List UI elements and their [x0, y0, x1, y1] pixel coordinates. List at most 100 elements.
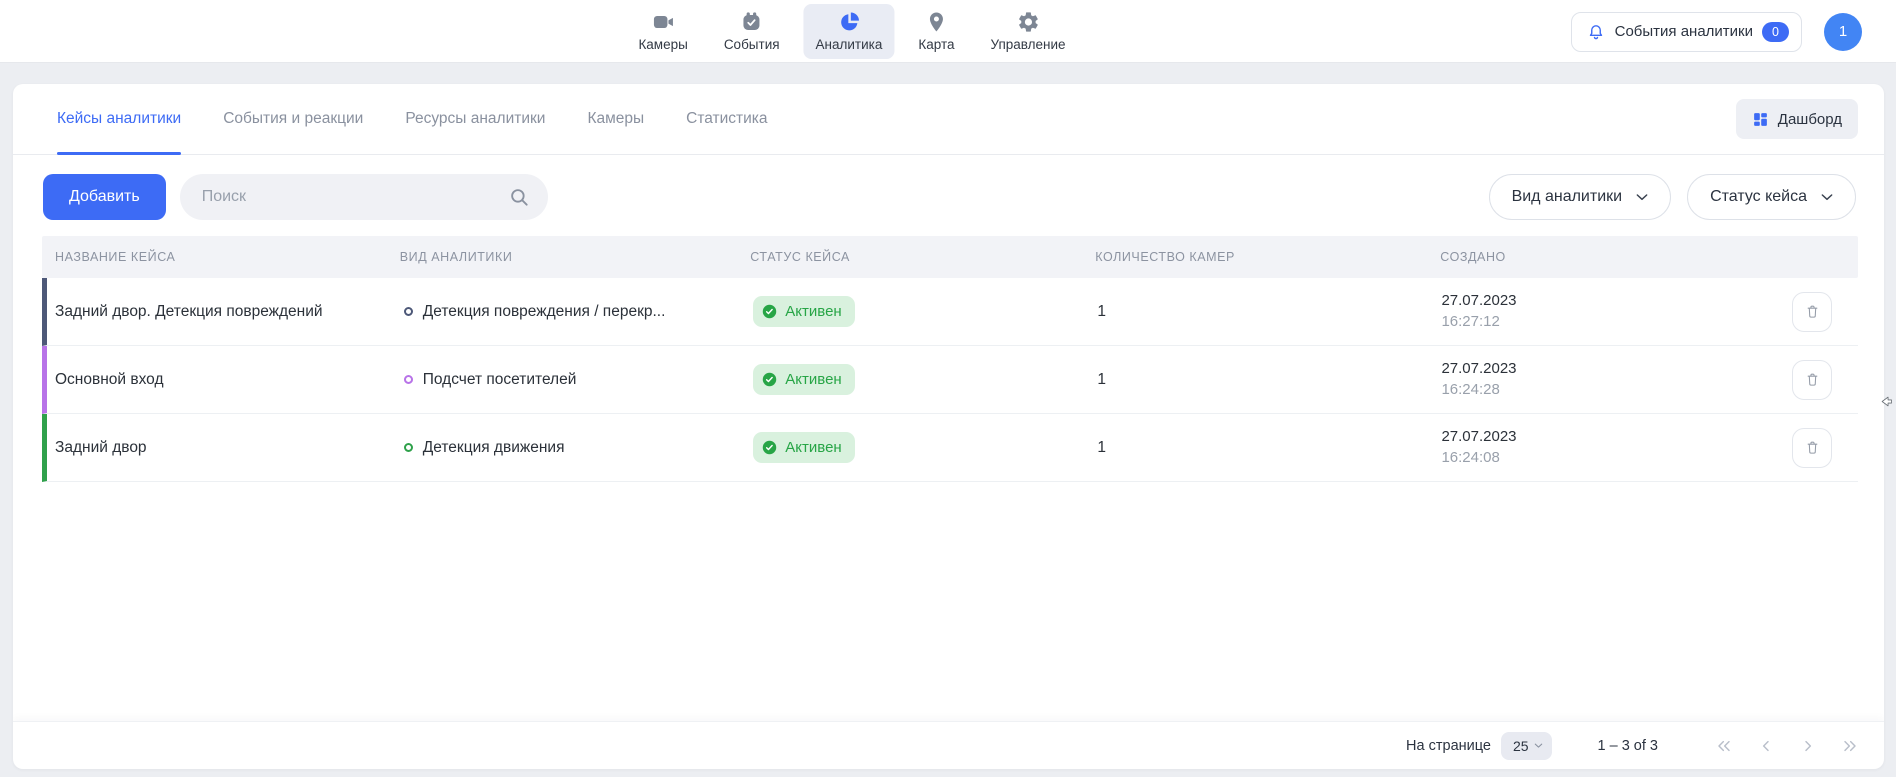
- nav-item-analytics[interactable]: Аналитика: [804, 4, 895, 59]
- case-name: Задний двор: [47, 439, 404, 457]
- dashboard-button-label: Дашборд: [1778, 111, 1842, 128]
- nav-item-map[interactable]: Карта: [906, 4, 966, 59]
- tabs: Кейсы аналитики События и реакции Ресурс…: [57, 84, 768, 154]
- created-time: 16:24:08: [1441, 448, 1766, 468]
- status-badge: Активен: [753, 432, 854, 463]
- tab-analytics-resources[interactable]: Ресурсы аналитики: [405, 84, 545, 154]
- nav-item-management[interactable]: Управление: [979, 4, 1078, 59]
- per-page-value: 25: [1513, 738, 1529, 754]
- created-date: 27.07.2023: [1441, 359, 1766, 379]
- case-name: Основной вход: [47, 371, 404, 389]
- table-row[interactable]: Задний двор Детекция движения Активен 1 …: [42, 414, 1858, 482]
- delete-case-button[interactable]: [1792, 292, 1832, 332]
- last-page-icon[interactable]: [1842, 738, 1858, 754]
- pagination-bar: На странице 25 1 – 3 of 3: [13, 721, 1884, 769]
- analytics-pie-icon: [837, 10, 861, 34]
- created-time: 16:27:12: [1441, 312, 1766, 332]
- nav-label: Аналитика: [816, 37, 883, 52]
- video-camera-icon: [651, 10, 675, 34]
- analytics-events-label: События аналитики: [1615, 23, 1753, 40]
- created-cell: 27.07.2023 16:24:28: [1441, 359, 1766, 400]
- tab-cameras[interactable]: Камеры: [587, 84, 644, 154]
- analytics-type-ring-icon: [404, 375, 413, 384]
- cases-table: НАЗВАНИЕ КЕЙСА ВИД АНАЛИТИКИ СТАТУС КЕЙС…: [42, 236, 1858, 721]
- trash-icon: [1804, 371, 1821, 388]
- header-right: События аналитики 0 1: [1571, 0, 1862, 63]
- created-cell: 27.07.2023 16:24:08: [1441, 427, 1766, 468]
- col-header-created: СОЗДАНО: [1440, 250, 1766, 264]
- created-date: 27.07.2023: [1441, 291, 1766, 311]
- chevron-down-icon: [1533, 740, 1544, 751]
- created-cell: 27.07.2023 16:27:12: [1441, 291, 1766, 332]
- gear-icon: [1016, 10, 1040, 34]
- nav-label: Карта: [918, 37, 954, 52]
- user-avatar[interactable]: 1: [1824, 13, 1862, 51]
- top-header: Камеры События Аналитика Карта Управлени…: [0, 0, 1896, 63]
- nav-label: Камеры: [638, 37, 687, 52]
- analytics-type-filter-label: Вид аналитики: [1512, 188, 1623, 206]
- analytics-type-filter[interactable]: Вид аналитики: [1489, 174, 1672, 220]
- pagination-arrows: [1716, 738, 1858, 754]
- per-page-label: На странице: [1406, 738, 1491, 754]
- pagination-range: 1 – 3 of 3: [1598, 738, 1658, 754]
- created-time: 16:24:28: [1441, 380, 1766, 400]
- analytics-type-ring-icon: [404, 307, 413, 316]
- col-header-camera-count: КОЛИЧЕСТВО КАМЕР: [1095, 250, 1440, 264]
- status-label: Активен: [785, 439, 841, 456]
- mouse-cursor-icon: [1879, 394, 1894, 409]
- delete-case-button[interactable]: [1792, 428, 1832, 468]
- analytics-type-ring-icon: [404, 443, 413, 452]
- camera-count: 1: [1097, 371, 1441, 389]
- search-box: [180, 174, 548, 220]
- nav-label: Управление: [991, 37, 1066, 52]
- next-page-icon[interactable]: [1800, 738, 1816, 754]
- trash-icon: [1804, 303, 1821, 320]
- nav-label: События: [724, 37, 780, 52]
- chevron-down-icon: [1634, 189, 1650, 205]
- status-badge: Активен: [753, 364, 854, 395]
- status-badge: Активен: [753, 296, 854, 327]
- tab-analytics-cases[interactable]: Кейсы аналитики: [57, 84, 181, 154]
- nav-item-cameras[interactable]: Камеры: [626, 4, 699, 59]
- per-page-select[interactable]: 25: [1501, 732, 1552, 760]
- add-case-button[interactable]: Добавить: [43, 174, 166, 220]
- filters: Вид аналитики Статус кейса: [1489, 174, 1856, 220]
- map-pin-icon: [924, 10, 948, 34]
- bell-icon: [1586, 22, 1606, 42]
- toolbar: Добавить Вид аналитики Статус кейса: [43, 174, 1856, 220]
- dashboard-button[interactable]: Дашборд: [1736, 99, 1858, 139]
- case-name: Задний двор. Детекция повреждений: [47, 303, 404, 321]
- trash-icon: [1804, 439, 1821, 456]
- events-count-badge: 0: [1762, 22, 1789, 42]
- analytics-events-button[interactable]: События аналитики 0: [1571, 12, 1802, 52]
- nav-item-events[interactable]: События: [712, 4, 792, 59]
- table-row[interactable]: Основной вход Подсчет посетителей Активе…: [42, 346, 1858, 414]
- camera-count: 1: [1097, 303, 1441, 321]
- created-date: 27.07.2023: [1441, 427, 1766, 447]
- check-circle-icon: [761, 303, 778, 320]
- search-input[interactable]: [202, 188, 508, 206]
- camera-count: 1: [1097, 439, 1441, 457]
- chevron-down-icon: [1819, 189, 1835, 205]
- tabs-row: Кейсы аналитики События и реакции Ресурс…: [13, 84, 1884, 155]
- col-header-case-name: НАЗВАНИЕ КЕЙСА: [42, 250, 400, 264]
- main-nav: Камеры События Аналитика Карта Управлени…: [626, 0, 1077, 63]
- table-header: НАЗВАНИЕ КЕЙСА ВИД АНАЛИТИКИ СТАТУС КЕЙС…: [42, 236, 1858, 278]
- search-icon[interactable]: [508, 186, 530, 208]
- status-label: Активен: [785, 303, 841, 320]
- previous-page-icon[interactable]: [1758, 738, 1774, 754]
- check-circle-icon: [761, 371, 778, 388]
- dashboard-grid-icon: [1752, 111, 1769, 128]
- analytics-type: Детекция движения: [423, 439, 565, 457]
- events-calendar-icon: [740, 10, 764, 34]
- case-status-filter[interactable]: Статус кейса: [1687, 174, 1856, 220]
- col-header-analytics-type: ВИД АНАЛИТИКИ: [400, 250, 750, 264]
- tab-events-reactions[interactable]: События и реакции: [223, 84, 363, 154]
- delete-case-button[interactable]: [1792, 360, 1832, 400]
- analytics-type: Подсчет посетителей: [423, 371, 577, 389]
- analytics-cases-panel: Кейсы аналитики События и реакции Ресурс…: [13, 84, 1884, 769]
- tab-statistics[interactable]: Статистика: [686, 84, 767, 154]
- first-page-icon[interactable]: [1716, 738, 1732, 754]
- table-row[interactable]: Задний двор. Детекция повреждений Детекц…: [42, 278, 1858, 346]
- analytics-type: Детекция повреждения / перекр...: [423, 303, 666, 321]
